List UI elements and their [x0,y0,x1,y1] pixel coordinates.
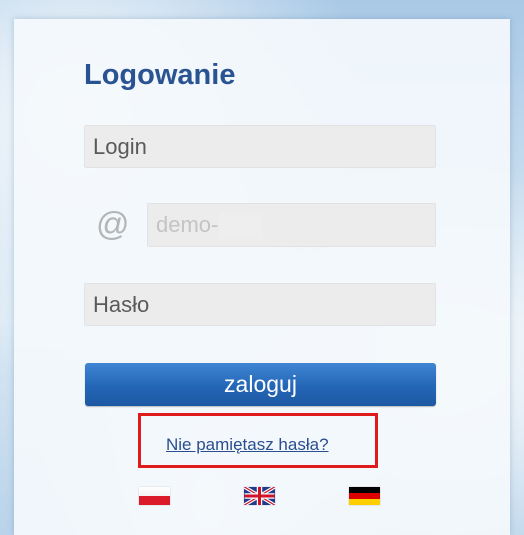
login-panel: Logowanie @ demo- zaloguj Nie pamiętasz … [14,19,510,535]
flag-poland-icon[interactable] [139,487,170,505]
flag-germany-icon[interactable] [349,487,380,505]
forgot-password-link[interactable]: Nie pamiętasz hasła? [166,435,329,455]
password-input[interactable] [84,283,436,326]
page-title: Logowanie [84,59,236,91]
domain-value: demo- [156,212,219,237]
domain-field: demo- [147,203,436,247]
login-input[interactable] [84,125,436,168]
at-symbol-label: @ [96,205,130,242]
login-button[interactable]: zaloguj [85,363,436,406]
blurred-region [219,213,264,240]
flag-uk-icon[interactable] [244,487,275,505]
